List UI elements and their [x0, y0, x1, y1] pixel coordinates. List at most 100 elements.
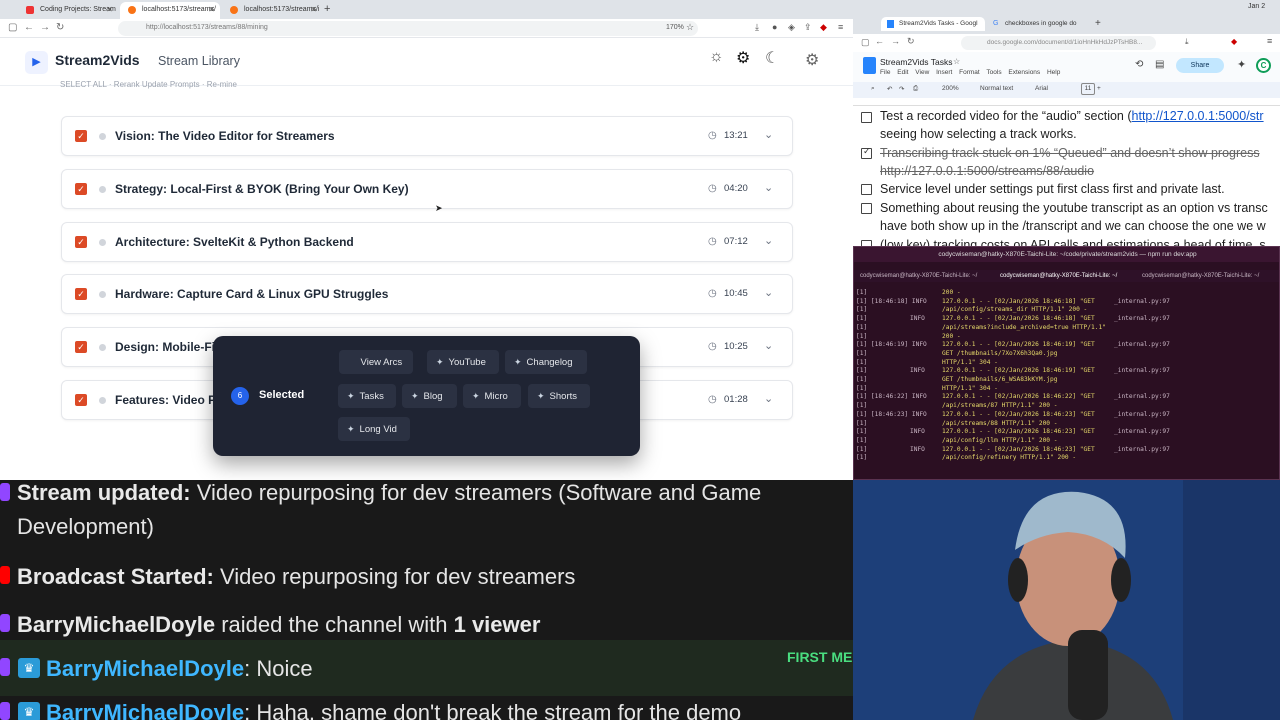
close-tab-icon[interactable]: ✕: [106, 5, 113, 14]
arc-checkbox[interactable]: ✓: [75, 236, 87, 248]
style-select[interactable]: Normal text: [980, 85, 1013, 92]
forward-icon[interactable]: →: [40, 22, 50, 33]
download-icon[interactable]: ⤓: [755, 22, 759, 33]
arc-card[interactable]: ✓ Hardware: Capture Card & Linux GPU Str…: [61, 274, 793, 314]
browser-tab-search[interactable]: G checkboxes in google do: [987, 17, 1091, 31]
tab-list-icon[interactable]: ▢: [861, 37, 870, 48]
settings-gear-icon[interactable]: ⚙: [805, 50, 819, 70]
globe-icon: [230, 6, 238, 14]
forward-icon[interactable]: →: [891, 36, 900, 46]
chevron-down-icon[interactable]: ⌄: [764, 392, 773, 405]
browser-tab-docs[interactable]: Stream2Vids Tasks - Googl: [881, 17, 985, 31]
brand-name[interactable]: Stream2Vids: [55, 52, 140, 68]
youtube-button[interactable]: ✦ YouTube: [427, 350, 499, 374]
task-checkbox[interactable]: [861, 203, 872, 214]
terminal-tab[interactable]: codycwiseman@hatky-X870E-Taichi-Lite: ~/: [1000, 273, 1117, 279]
arc-card[interactable]: ✓ Architecture: SvelteKit & Python Backe…: [61, 222, 793, 262]
task-text[interactable]: Test a recorded video for the “audio” se…: [880, 109, 1264, 123]
micro-button[interactable]: ✦ Micro: [463, 384, 521, 408]
shorts-button[interactable]: ✦ Shorts: [528, 384, 590, 408]
chat-message: Broadcast Started: Video repurposing for…: [17, 564, 576, 589]
sun-icon[interactable]: ☼: [709, 48, 724, 66]
search-icon[interactable]: ⌕: [871, 85, 875, 93]
arc-card[interactable]: ✓ Vision: The Video Editor for Streamers…: [61, 116, 793, 156]
arc-checkbox[interactable]: ✓: [75, 394, 87, 406]
arc-checkbox[interactable]: ✓: [75, 130, 87, 142]
reload-icon[interactable]: ↻: [56, 22, 64, 33]
task-text[interactable]: Service level under settings put first c…: [880, 182, 1225, 196]
address-bar[interactable]: docs.google.com/document/d/1ioHnHkHdJzPT…: [961, 36, 1156, 50]
shield-icon[interactable]: ◆: [1231, 37, 1237, 46]
chevron-down-icon[interactable]: ⌄: [764, 286, 773, 299]
task-checkbox[interactable]: [861, 184, 872, 195]
nav-stream-library[interactable]: Stream Library: [158, 54, 240, 68]
chevron-down-icon[interactable]: ⌄: [764, 234, 773, 247]
docs-logo-icon[interactable]: [863, 57, 876, 74]
terminal-line-source: _internal.py:97: [1114, 445, 1170, 453]
menu-icon[interactable]: ≡: [838, 22, 843, 32]
shield-icon[interactable]: ◆: [820, 22, 827, 33]
terminal-line-prefix: [1]: [856, 419, 868, 427]
tasks-button[interactable]: ✦ Tasks: [338, 384, 396, 408]
undo-icon[interactable]: ↶: [887, 85, 892, 93]
chevron-down-icon[interactable]: ⌄: [764, 181, 773, 194]
browser-tab-coding-projects[interactable]: Coding Projects: Stream ✕: [18, 2, 118, 19]
pocket-icon[interactable]: ◈: [788, 22, 795, 33]
task-checkbox[interactable]: ✓: [861, 146, 872, 159]
close-tab-icon[interactable]: ✕: [208, 5, 215, 14]
terminal-tab[interactable]: codycwiseman@hatky-X870E-Taichi-Lite: ~/: [860, 273, 977, 279]
auto-theme-icon[interactable]: ⚙: [736, 48, 750, 68]
chat-message: BarryMichaelDoyle: Haha, shame don't bre…: [46, 700, 742, 720]
arc-checkbox[interactable]: ✓: [75, 183, 87, 195]
share-icon[interactable]: ⇪: [804, 22, 812, 33]
history-icon[interactable]: ⟲: [1135, 59, 1143, 70]
extension-icon[interactable]: ●: [772, 22, 777, 32]
play-logo-icon[interactable]: ▶: [25, 51, 48, 74]
back-icon[interactable]: ←: [875, 36, 884, 46]
comment-icon[interactable]: ▤: [1155, 59, 1164, 70]
blog-button[interactable]: ✦ Blog: [402, 384, 457, 408]
increase-font-icon[interactable]: +: [1097, 85, 1101, 92]
print-icon[interactable]: ⎙: [913, 85, 918, 93]
close-tab-icon[interactable]: ✕: [310, 5, 317, 14]
terminal-tabs: codycwiseman@hatky-X870E-Taichi-Lite: ~/…: [854, 270, 1279, 282]
arc-title: Vision: The Video Editor for Streamers: [115, 129, 335, 143]
font-select[interactable]: Arial: [1035, 85, 1048, 92]
redo-icon[interactable]: ↷: [899, 85, 904, 93]
terminal-tab[interactable]: codycwiseman@hatky-X870E-Taichi-Lite: ~/: [1142, 273, 1259, 279]
menu-icon[interactable]: ≡: [1267, 36, 1272, 46]
gemini-icon[interactable]: ✦: [1237, 58, 1246, 71]
view-arcs-button[interactable]: ✦View Arcs: [339, 350, 413, 374]
address-bar[interactable]: http://localhost:5173/streams/88/mining …: [118, 21, 698, 36]
zoom-select[interactable]: 200%: [942, 85, 959, 92]
changelog-button[interactable]: ✦ Changelog: [505, 350, 587, 374]
chevron-down-icon[interactable]: ⌄: [764, 339, 773, 352]
bookmark-star-icon[interactable]: ☆: [686, 22, 694, 33]
moon-icon[interactable]: ☾: [765, 48, 779, 68]
task-text[interactable]: Transcribing track stuck on 1% “Queued” …: [880, 146, 1260, 160]
doc-title[interactable]: Stream2Vids Tasks: [880, 57, 952, 67]
task-checkbox[interactable]: [861, 112, 872, 123]
new-tab-icon[interactable]: +: [324, 3, 330, 15]
docs-menu-bar[interactable]: File Edit View Insert Format Tools Exten…: [880, 69, 1060, 76]
browser-tab-localhost-1[interactable]: localhost:5173/streams/ ✕: [120, 2, 220, 19]
download-icon[interactable]: ⤓: [1185, 37, 1189, 47]
share-button[interactable]: Share: [1176, 58, 1224, 73]
reload-icon[interactable]: ↻: [907, 36, 915, 47]
arc-card[interactable]: ✓ Strategy: Local-First & BYOK (Bring Yo…: [61, 169, 793, 209]
tab-list-icon[interactable]: ▢: [8, 22, 17, 33]
arc-checkbox[interactable]: ✓: [75, 288, 87, 300]
chevron-down-icon[interactable]: ⌄: [764, 128, 773, 141]
back-icon[interactable]: ←: [24, 22, 34, 33]
new-tab-icon[interactable]: +: [1095, 18, 1101, 29]
browser-tab-localhost-2[interactable]: localhost:5173/streams/i ✕: [222, 2, 322, 19]
stream-chat-overlay: Stream updated: Video repurposing for de…: [0, 480, 853, 720]
task-text[interactable]: Something about reusing the youtube tran…: [880, 201, 1268, 215]
long-vid-button[interactable]: ✦ Long Vid: [338, 417, 410, 441]
terminal-line-prefix: [1]: [856, 367, 868, 375]
arc-checkbox[interactable]: ✓: [75, 341, 87, 353]
avatar[interactable]: C: [1256, 58, 1271, 73]
font-size-input[interactable]: 11: [1081, 83, 1095, 95]
zoom-indicator[interactable]: 170%: [666, 24, 684, 31]
star-icon[interactable]: ☆: [953, 57, 960, 66]
